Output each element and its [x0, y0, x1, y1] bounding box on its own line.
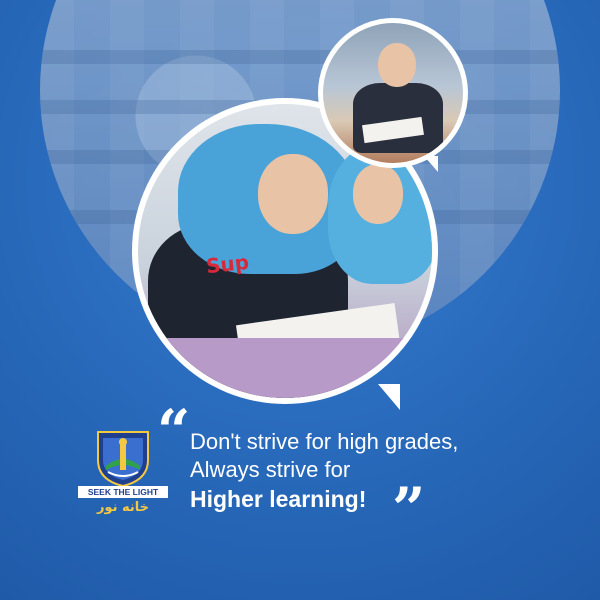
- school-logo: SEEK THE LIGHT خانه نور: [78, 430, 168, 526]
- open-quote-mark: “: [157, 397, 191, 465]
- quote-line-1: Don't strive for high grades,: [190, 429, 459, 454]
- poster: Sup SEEK THE LIGHT خانه نور “ Don't stri…: [0, 0, 600, 600]
- logo-arabic-name: خانه نور: [96, 500, 150, 515]
- logo-motto: SEEK THE LIGHT: [78, 486, 168, 498]
- small-student-photo: [318, 18, 468, 172]
- shield-crest-icon: [97, 431, 149, 488]
- close-quote-mark: ”: [392, 475, 426, 543]
